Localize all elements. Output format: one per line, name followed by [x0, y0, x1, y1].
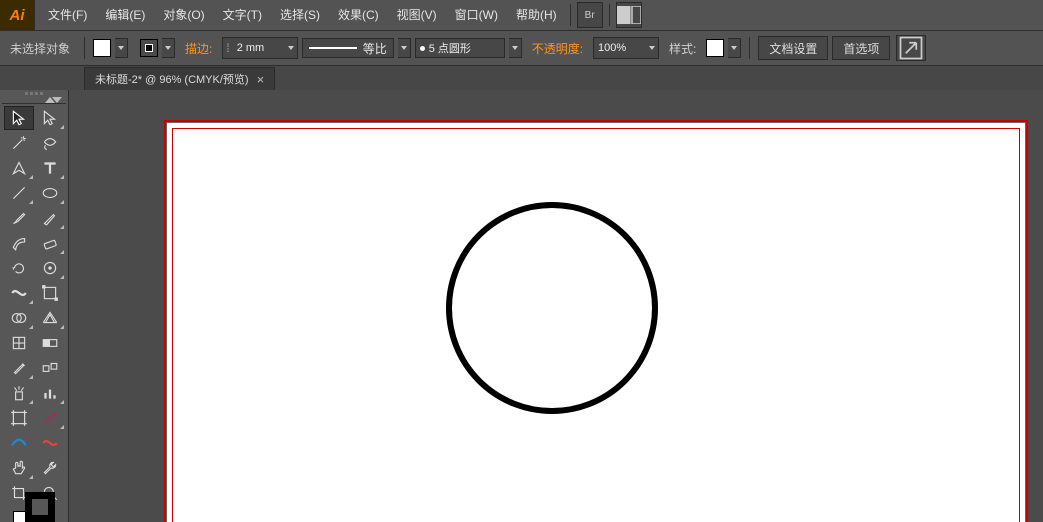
- menu-view[interactable]: 视图(V): [388, 0, 446, 30]
- document-tab[interactable]: 未标题-2* @ 96% (CMYK/预览) ×: [84, 67, 275, 90]
- stroke-weight-dropdown[interactable]: [285, 39, 297, 57]
- selection-status: 未选择对象: [4, 40, 76, 57]
- lasso-tool[interactable]: [35, 131, 65, 155]
- fill-stroke-control[interactable]: [11, 509, 57, 522]
- menu-help[interactable]: 帮助(H): [507, 0, 566, 30]
- slice-tool[interactable]: [35, 406, 65, 430]
- gradient-tool[interactable]: [35, 331, 65, 355]
- magic-wand-tool[interactable]: [4, 131, 34, 155]
- perspective-grid-tool[interactable]: [35, 306, 65, 330]
- close-tab-button[interactable]: ×: [257, 72, 265, 87]
- type-tool[interactable]: [35, 156, 65, 180]
- separator: [609, 4, 610, 26]
- column-graph-tool[interactable]: [35, 381, 65, 405]
- artboard[interactable]: UiBQCOM: [164, 120, 1028, 522]
- smooth-tool[interactable]: [35, 431, 65, 455]
- opacity-label: 不透明度:: [526, 40, 589, 57]
- control-bar: 未选择对象 描边: ⁞ 等比 5 点圆形 不透明度: 样式: 文档设置 首选项: [0, 31, 1043, 66]
- style-label: 样式:: [663, 40, 702, 57]
- stroke-profile-preview[interactable]: 等比: [302, 38, 394, 58]
- rotate-tool[interactable]: [4, 256, 34, 280]
- blob-brush-tool[interactable]: [4, 231, 34, 255]
- selection-tool[interactable]: [4, 106, 34, 130]
- document-tab-bar: 未标题-2* @ 96% (CMYK/预览) ×: [0, 66, 1043, 90]
- symbol-sprayer-tool[interactable]: [4, 381, 34, 405]
- stroke-weight-input[interactable]: [233, 39, 285, 57]
- separator: [84, 37, 85, 59]
- stroke-swatch[interactable]: [140, 39, 158, 57]
- separator: [749, 37, 750, 59]
- arrange-documents-button[interactable]: [616, 2, 642, 28]
- tools-panel: [0, 90, 69, 522]
- graphic-style-dropdown[interactable]: [728, 38, 741, 58]
- opacity-field[interactable]: [593, 37, 659, 59]
- stroke-label: 描边:: [179, 40, 218, 57]
- brush-dropdown[interactable]: [509, 38, 522, 58]
- graphic-style-swatch[interactable]: [706, 39, 724, 57]
- wrench-tool[interactable]: [35, 456, 65, 480]
- menu-type[interactable]: 文字(T): [214, 0, 271, 30]
- menu-edit[interactable]: 编辑(E): [96, 0, 154, 30]
- mesh-tool[interactable]: [4, 331, 34, 355]
- line-segment-tool[interactable]: [4, 181, 34, 205]
- stroke-dropdown[interactable]: [162, 38, 175, 58]
- brush-name: 5 点圆形: [429, 40, 471, 56]
- align-icon: [897, 34, 925, 62]
- panel-grip[interactable]: [4, 92, 64, 95]
- menu-effect[interactable]: 效果(C): [329, 0, 388, 30]
- ellipse-tool[interactable]: [35, 181, 65, 205]
- direct-selection-tool[interactable]: [35, 106, 65, 130]
- hand-tool[interactable]: [4, 456, 34, 480]
- bridge-button[interactable]: Br: [577, 2, 603, 28]
- stroke-profile-dropdown[interactable]: [398, 38, 411, 58]
- stroke-color-icon[interactable]: [25, 492, 55, 522]
- workspace: UiBQCOM: [0, 90, 1043, 522]
- free-transform-tool[interactable]: [35, 281, 65, 305]
- menu-window[interactable]: 窗口(W): [446, 0, 507, 30]
- width-tool[interactable]: [4, 281, 34, 305]
- eraser-tool[interactable]: [35, 231, 65, 255]
- stroke-style-label: 等比: [363, 40, 387, 57]
- fill-dropdown[interactable]: [115, 38, 128, 58]
- menu-bar: Ai 文件(F) 编辑(E) 对象(O) 文字(T) 选择(S) 效果(C) 视…: [0, 0, 1043, 31]
- eyedropper-tool[interactable]: [4, 356, 34, 380]
- curvature-tool[interactable]: [4, 431, 34, 455]
- opacity-input[interactable]: [594, 39, 646, 57]
- preferences-button[interactable]: 首选项: [832, 36, 890, 60]
- opacity-dropdown[interactable]: [646, 39, 658, 57]
- arrange-icon: [617, 6, 641, 24]
- menu-object[interactable]: 对象(O): [154, 0, 213, 30]
- brush-definition[interactable]: 5 点圆形: [415, 38, 505, 58]
- align-to-button[interactable]: [896, 35, 926, 61]
- toggle-columns[interactable]: [2, 97, 66, 104]
- canvas-area[interactable]: UiBQCOM: [69, 90, 1043, 522]
- circle-shape[interactable]: [446, 202, 658, 414]
- document-tab-title: 未标题-2* @ 96% (CMYK/预览): [95, 71, 249, 87]
- paintbrush-tool[interactable]: [4, 206, 34, 230]
- menu-select[interactable]: 选择(S): [271, 0, 329, 30]
- stepper-icon[interactable]: ⁞: [223, 41, 232, 55]
- document-setup-button[interactable]: 文档设置: [758, 36, 828, 60]
- menu-file[interactable]: 文件(F): [39, 0, 96, 30]
- reflect-tool[interactable]: [35, 256, 65, 280]
- dot-icon: [420, 46, 425, 51]
- separator: [570, 4, 571, 26]
- app-logo: Ai: [0, 0, 35, 30]
- pen-tool[interactable]: [4, 156, 34, 180]
- blend-tool[interactable]: [35, 356, 65, 380]
- fill-swatch[interactable]: [93, 39, 111, 57]
- shape-builder-tool[interactable]: [4, 306, 34, 330]
- stroke-weight-field[interactable]: ⁞: [222, 37, 297, 59]
- artboard-tool[interactable]: [4, 406, 34, 430]
- pencil-tool[interactable]: [35, 206, 65, 230]
- line-icon: [309, 47, 357, 49]
